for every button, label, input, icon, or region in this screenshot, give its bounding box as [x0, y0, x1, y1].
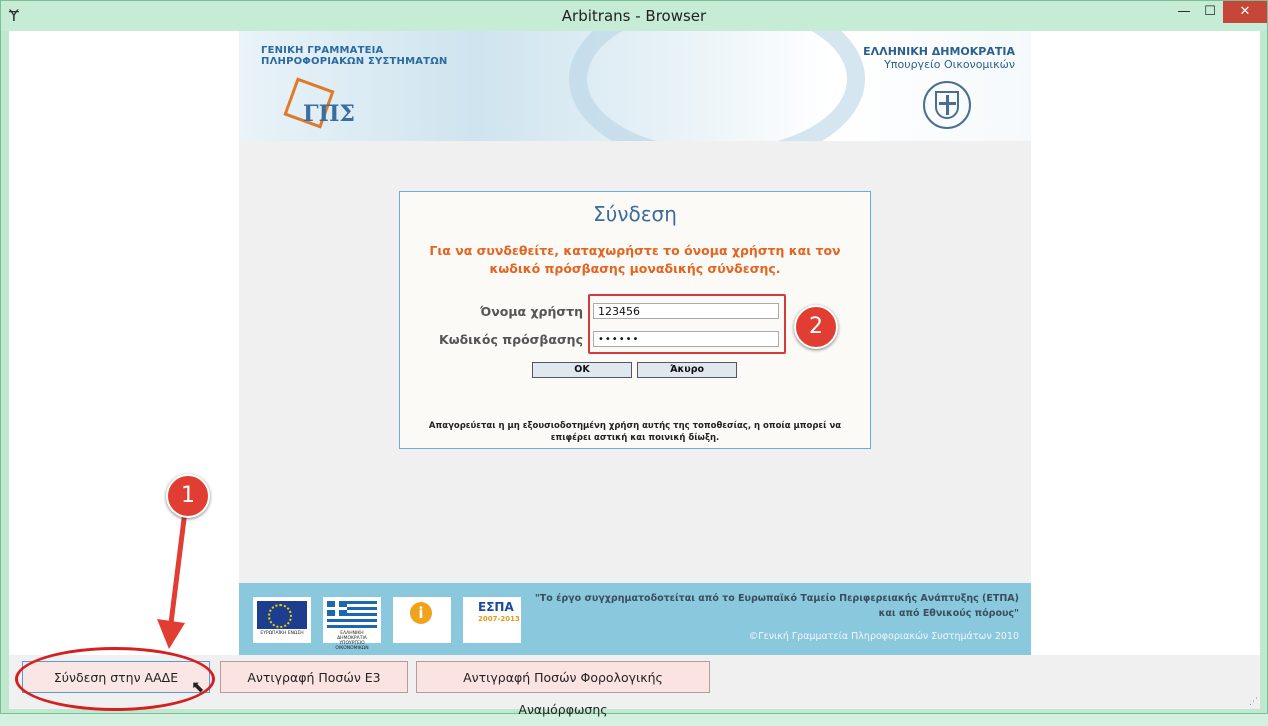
step-1-arrow	[157, 510, 188, 649]
step-1-arrow-head	[157, 619, 185, 649]
resize-grip-icon[interactable]: ⋰	[1249, 697, 1258, 707]
step-1-arrow-shaft	[168, 510, 188, 624]
app-window: Ɏ Arbitrans - Browser — ☐ ✕ ΓΕΝΙΚΗ ΓΡΑΜΜ…	[0, 0, 1268, 717]
step-1-badge: 1	[166, 474, 210, 518]
